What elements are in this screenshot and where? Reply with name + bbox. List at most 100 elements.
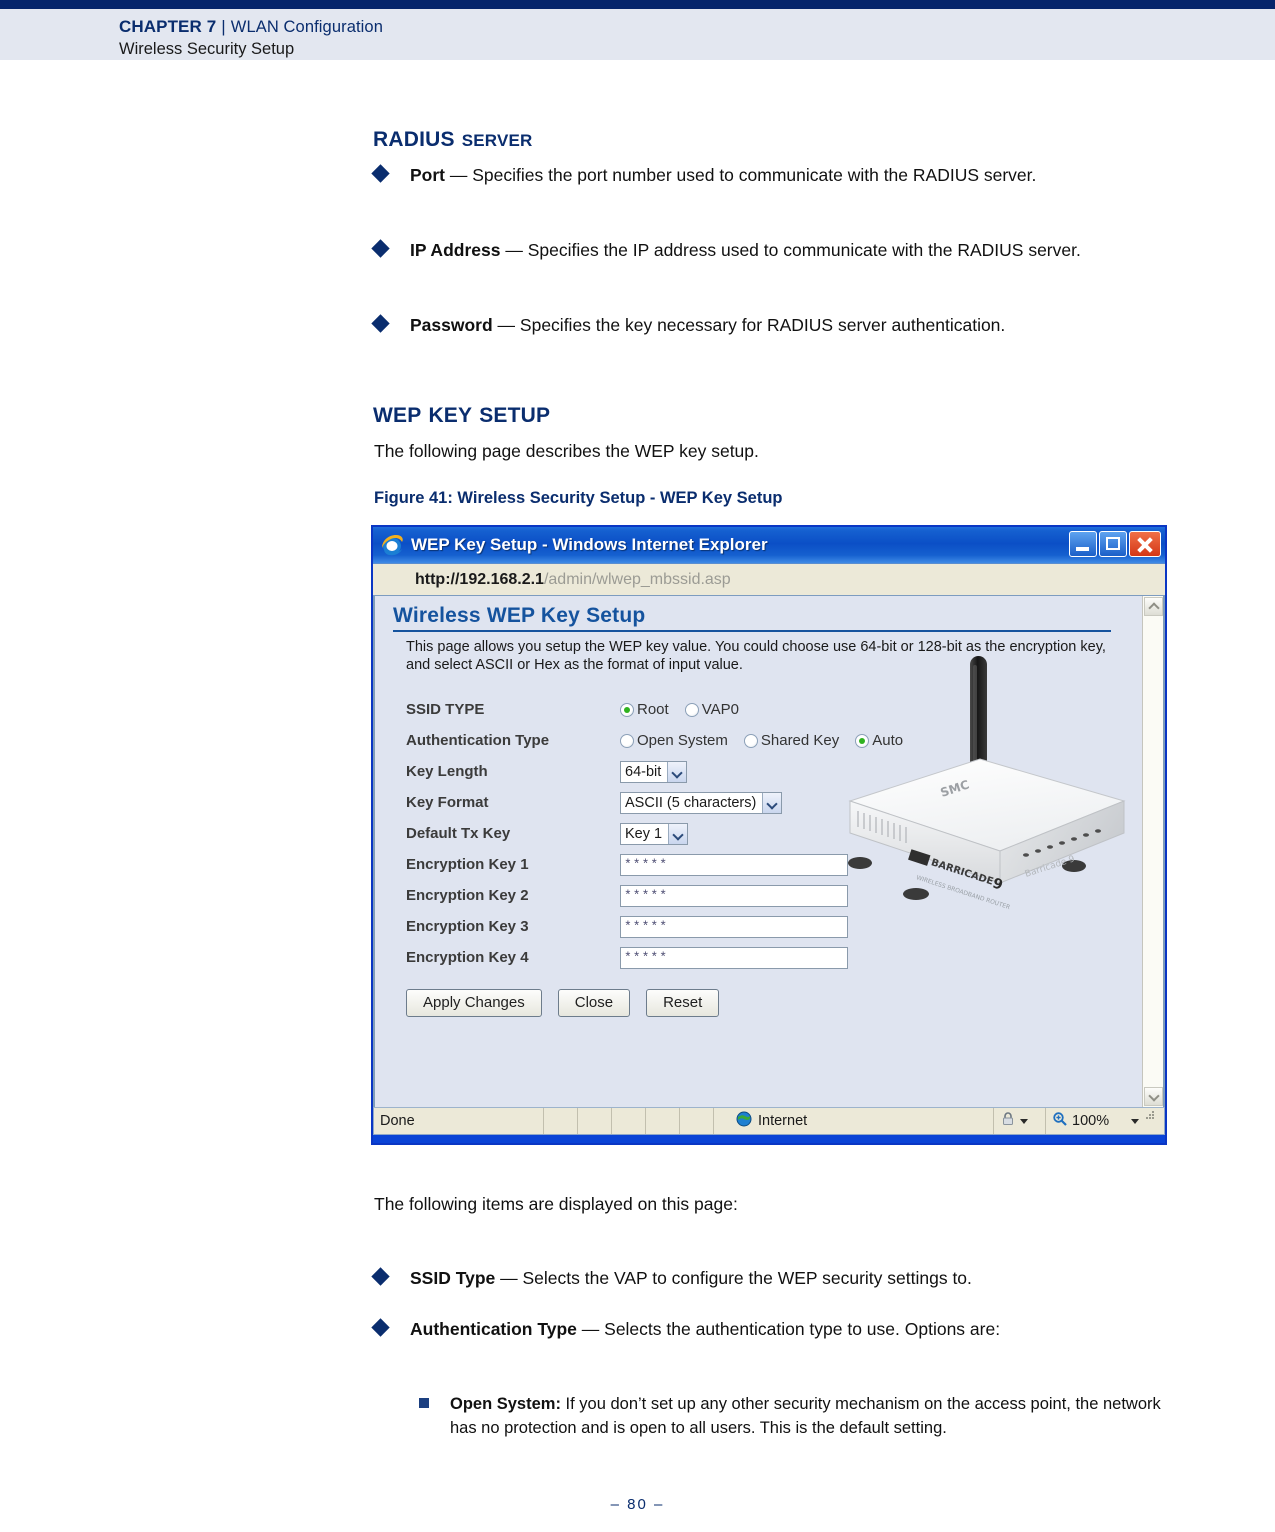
- wep-key-setup-heading: WEP KEY SETUP: [373, 404, 550, 428]
- bullet-term-ip-address: IP Address: [410, 240, 501, 260]
- minimize-button[interactable]: [1069, 531, 1097, 557]
- close-page-button[interactable]: Close: [557, 989, 631, 1017]
- radio-option-root[interactable]: Root: [620, 701, 669, 718]
- bullet-password: Password — Specifies the key necessary f…: [371, 313, 1134, 338]
- bullet-term-port: Port: [410, 165, 445, 185]
- chevron-down-icon[interactable]: [1020, 1118, 1028, 1124]
- square-bullet-icon: [419, 1398, 429, 1408]
- input-encryption-key-3[interactable]: *****: [620, 915, 848, 938]
- bullet-ip-address: IP Address — Specifies the IP address us…: [371, 238, 1174, 263]
- browser-address-bar[interactable]: http://192.168.2.1/admin/wlwep_mbssid.as…: [373, 563, 1165, 596]
- wep-config-page: Wireless WEP Key Setup This page allows …: [375, 596, 1142, 1107]
- select-key-length-value: 64-bit: [625, 763, 662, 780]
- label-encryption-key-4: Encryption Key 4: [406, 949, 529, 966]
- radio-option-open-system[interactable]: Open System: [620, 732, 728, 749]
- status-cell-3: [612, 1108, 646, 1134]
- internet-explorer-icon: [379, 532, 405, 558]
- radio-label-root: Root: [637, 701, 669, 718]
- form-row-encryption-key-3: Encryption Key 3 *****: [406, 911, 1142, 942]
- form-button-row: Apply Changes Close Reset: [406, 989, 1142, 1017]
- diamond-bullet-icon: [371, 164, 390, 183]
- header-chapter-number: CHAPTER 7: [119, 17, 217, 36]
- scroll-up-arrow-icon[interactable]: [1144, 597, 1163, 616]
- reset-button[interactable]: Reset: [646, 989, 720, 1017]
- items-intro-paragraph: The following items are displayed on thi…: [374, 1194, 738, 1214]
- browser-window-title: WEP Key Setup - Windows Internet Explore…: [411, 535, 768, 554]
- sub-bullet-term-open-system: Open System:: [450, 1395, 561, 1413]
- bullet-ssid-type: SSID Type — Selects the VAP to configure…: [371, 1266, 1164, 1291]
- radio-label-shared-key: Shared Key: [760, 732, 840, 749]
- label-encryption-key-3: Encryption Key 3: [406, 918, 529, 935]
- status-done-text: Done: [374, 1108, 544, 1134]
- router-product-image: SMC BARRICADE 9 WIRELESS BROADBAND ROUTE…: [830, 651, 1150, 911]
- bullet-term-authentication-type: Authentication Type: [410, 1319, 577, 1339]
- status-protected-mode[interactable]: [994, 1108, 1046, 1134]
- page-footer: – 80 –: [610, 1496, 665, 1513]
- diamond-bullet-icon: [371, 1318, 390, 1337]
- status-zoom-level: 100%: [1072, 1113, 1110, 1129]
- bullet-dash: —: [500, 240, 528, 260]
- status-cell-4: [646, 1108, 680, 1134]
- label-authentication-type: Authentication Type: [406, 732, 550, 749]
- label-ssid-type: SSID TYPE: [406, 701, 485, 718]
- maximize-icon: [1106, 537, 1120, 550]
- resize-grip-icon[interactable]: [1143, 1108, 1158, 1134]
- chevron-down-icon: [667, 761, 687, 782]
- status-cell-2: [578, 1108, 612, 1134]
- radio-option-shared-key[interactable]: Shared Key: [743, 732, 840, 749]
- lock-icon: [1000, 1111, 1016, 1131]
- chevron-down-icon[interactable]: [1131, 1118, 1140, 1124]
- select-key-format[interactable]: ASCII (5 characters): [620, 791, 783, 814]
- form-row-encryption-key-4: Encryption Key 4 *****: [406, 942, 1142, 973]
- input-encryption-key-2[interactable]: *****: [620, 884, 848, 907]
- vertical-scrollbar[interactable]: [1142, 596, 1163, 1107]
- status-zoom-control[interactable]: 100%: [1046, 1108, 1164, 1134]
- input-encryption-key-4[interactable]: *****: [620, 946, 848, 969]
- input-encryption-key-1[interactable]: *****: [620, 853, 848, 876]
- page-header: CHAPTER 7 | WLAN Configuration Wireless Se…: [0, 9, 1275, 60]
- radio-label-open-system: Open System: [637, 732, 728, 749]
- bullet-port: Port — Specifies the port number used to…: [371, 163, 1164, 188]
- radio-vap0-icon: [684, 702, 699, 717]
- wep-heading-key: KEY: [428, 404, 473, 427]
- radio-option-vap0[interactable]: VAP0: [684, 701, 739, 718]
- window-controls: [1069, 531, 1161, 557]
- label-default-tx-key: Default Tx Key: [406, 825, 511, 842]
- status-security-zone[interactable]: Internet: [714, 1108, 994, 1134]
- bullet-body-port: Specifies the port number used to commun…: [472, 165, 1037, 185]
- apply-changes-button[interactable]: Apply Changes: [406, 989, 542, 1017]
- maximize-button[interactable]: [1099, 531, 1127, 557]
- status-cell-1: [544, 1108, 578, 1134]
- chevron-down-icon: [762, 792, 782, 813]
- radio-shared-key-icon: [743, 733, 758, 748]
- radius-heading-main: RADIUS: [373, 128, 455, 151]
- header-chapter-title: WLAN Configuration: [230, 18, 383, 36]
- address-path: /admin/wlwep_mbssid.asp: [543, 570, 731, 588]
- radio-open-system-icon: [620, 733, 634, 748]
- chevron-down-icon: [668, 823, 688, 844]
- bullet-body-ip-address: Specifies the IP address used to communi…: [527, 240, 1081, 260]
- bullet-dash: —: [492, 315, 520, 335]
- select-default-tx-key-value: Key 1: [625, 825, 663, 842]
- radio-label-vap0: VAP0: [701, 701, 739, 718]
- radio-root-icon: [620, 702, 634, 717]
- wep-intro-paragraph: The following page describes the WEP key…: [374, 441, 759, 461]
- status-cell-5: [680, 1108, 714, 1134]
- wep-heading-main: WEP: [373, 404, 422, 427]
- close-button[interactable]: [1129, 531, 1161, 557]
- browser-titlebar: WEP Key Setup - Windows Internet Explore…: [373, 527, 1165, 563]
- select-key-length[interactable]: 64-bit: [620, 760, 688, 783]
- browser-status-bar: Done Internet 100%: [373, 1107, 1165, 1135]
- bullet-dash: —: [576, 1319, 605, 1339]
- radius-server-heading: RADIUS SERVER: [373, 128, 533, 152]
- label-key-length: Key Length: [406, 763, 488, 780]
- select-default-tx-key[interactable]: Key 1: [620, 822, 689, 845]
- figure-caption: Figure 41: Wireless Security Setup - WEP…: [374, 489, 783, 507]
- bullet-dash: —: [445, 165, 473, 185]
- status-zone-label: Internet: [758, 1113, 808, 1129]
- browser-window-figure: WEP Key Setup - Windows Internet Explore…: [371, 525, 1167, 1145]
- scroll-down-arrow-icon[interactable]: [1144, 1087, 1163, 1106]
- header-chapter-line: CHAPTER 7 | WLAN Configuration: [119, 17, 383, 37]
- magnifier-icon: [1052, 1111, 1068, 1131]
- globe-icon: [736, 1111, 752, 1131]
